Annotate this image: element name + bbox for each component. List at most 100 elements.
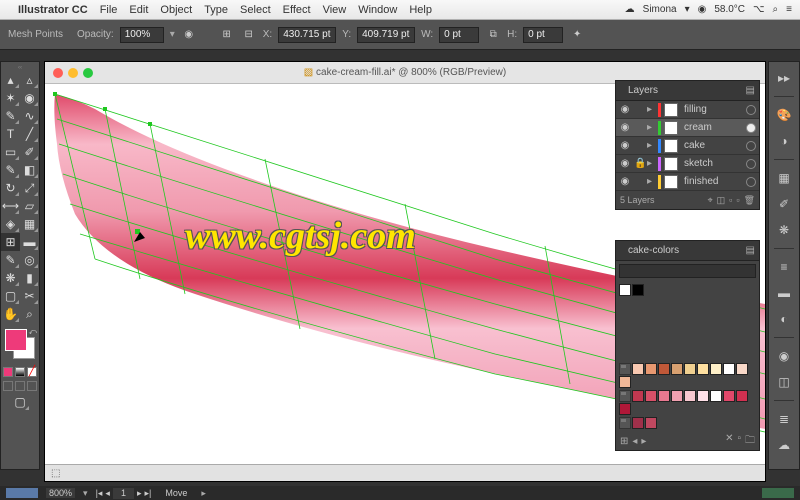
color-mode-gradient[interactable] — [15, 367, 25, 377]
nav-first-icon[interactable]: |◂ — [96, 488, 103, 499]
swatches-menu-icon[interactable]: ▤ — [746, 245, 755, 256]
color-panel-icon[interactable]: 🎨 — [774, 105, 794, 125]
layers-panel-icon[interactable]: ≣ — [774, 409, 794, 429]
align-icon-1[interactable]: ⊞ — [219, 27, 235, 43]
swatch[interactable] — [723, 363, 735, 375]
graph-tool[interactable]: ▮ — [20, 269, 39, 287]
swatch-options-icon[interactable]: ✕ — [725, 433, 733, 450]
status-chevron-icon[interactable]: ▸ — [201, 488, 206, 499]
expand-icon[interactable]: ▸ — [647, 104, 655, 115]
isolate-icon[interactable]: ✦ — [569, 27, 585, 43]
swatch[interactable] — [619, 403, 631, 415]
swatch[interactable] — [645, 363, 657, 375]
zoom-level[interactable]: 800% — [46, 488, 75, 498]
swatches-panel-icon[interactable]: ▦ — [774, 168, 794, 188]
delete-layer-icon[interactable]: 🗑 — [744, 195, 755, 206]
menu-view[interactable]: View — [323, 4, 347, 16]
status-menu-icon[interactable]: ≡ — [786, 4, 792, 15]
status-chevron-icon[interactable]: ▾ — [685, 4, 690, 15]
visibility-icon[interactable]: ◉ — [619, 104, 631, 115]
swatch[interactable] — [684, 363, 696, 375]
swatch-next-icon[interactable]: ▸ — [641, 436, 646, 447]
nav-artboard-field[interactable]: 1 — [113, 488, 134, 499]
type-tool[interactable]: T — [1, 125, 20, 143]
nav-last-icon[interactable]: ▸| — [145, 488, 152, 499]
color-guide-panel-icon[interactable]: ◑ — [774, 131, 794, 151]
target-icon[interactable] — [746, 141, 756, 151]
fill-color[interactable] — [5, 329, 27, 351]
screen-mode[interactable]: ▢ — [10, 393, 30, 411]
expand-icon[interactable]: ▸ — [647, 122, 655, 133]
stroke-panel-icon[interactable]: ≡ — [774, 257, 794, 277]
target-icon[interactable] — [746, 177, 756, 187]
dock-collapse-icon[interactable]: ▸▸ — [774, 68, 794, 88]
status-cloud-icon[interactable]: ☁ — [625, 4, 635, 15]
target-icon[interactable] — [746, 105, 756, 115]
menu-edit[interactable]: Edit — [129, 4, 148, 16]
swatch[interactable] — [736, 390, 748, 402]
layer-name[interactable]: finished — [681, 176, 743, 187]
layer-row-filling[interactable]: ◉ ▸ filling — [616, 101, 759, 119]
y-input[interactable] — [357, 27, 415, 43]
free-transform-tool[interactable]: ▱ — [20, 197, 39, 215]
menu-type[interactable]: Type — [204, 4, 228, 16]
blend-tool[interactable]: ◎ — [20, 251, 39, 269]
h-input[interactable] — [523, 27, 563, 43]
hand-tool[interactable]: ✋ — [1, 305, 20, 323]
layer-name[interactable]: sketch — [681, 158, 743, 169]
gradient-tool[interactable]: ▬ — [20, 233, 39, 251]
status-switch-icon[interactable]: ⌥ — [753, 4, 765, 15]
opacity-chevron-icon[interactable]: ▾ — [170, 29, 175, 40]
swatch-new-group-icon[interactable]: ▫ — [737, 433, 741, 450]
layer-name[interactable]: cream — [681, 122, 743, 133]
swatch[interactable] — [723, 390, 735, 402]
rotate-tool[interactable]: ↻ — [1, 179, 20, 197]
transparency-panel-icon[interactable]: ◐ — [774, 309, 794, 329]
expand-icon[interactable]: ▸ — [647, 140, 655, 151]
color-mode-solid[interactable] — [3, 367, 13, 377]
swatch[interactable] — [736, 363, 748, 375]
layer-name[interactable]: filling — [681, 104, 743, 115]
swatch-libraries-icon[interactable]: ⊞ — [620, 436, 628, 447]
nav-prev-icon[interactable]: ◂ — [105, 488, 110, 499]
pen-tool[interactable]: ✎ — [1, 107, 20, 125]
thumb-2[interactable] — [762, 488, 794, 498]
swatch[interactable] — [619, 376, 631, 388]
swatch[interactable] — [658, 363, 670, 375]
make-clipping-mask-icon[interactable]: ◫ — [717, 195, 726, 206]
new-sublayer-icon[interactable]: ▫ — [729, 195, 732, 206]
magic-wand-tool[interactable]: ✶ — [1, 89, 20, 107]
appearance-panel-icon[interactable]: ◉ — [774, 346, 794, 366]
swap-colors-icon[interactable]: ⤺ — [28, 327, 37, 337]
new-layer-icon[interactable]: ▫ — [736, 195, 739, 206]
status-search-icon[interactable]: ⌕ — [773, 4, 779, 15]
target-icon[interactable] — [746, 159, 756, 169]
symbols-panel-icon[interactable]: ❋ — [774, 220, 794, 240]
locate-layer-icon[interactable]: ⌖ — [708, 195, 713, 206]
gradient-panel-icon[interactable]: ▬ — [774, 283, 794, 303]
selection-tool[interactable]: ▴ — [1, 71, 20, 89]
layer-row-sketch[interactable]: ◉🔒▸sketch — [616, 155, 759, 173]
menu-effect[interactable]: Effect — [283, 4, 311, 16]
artboard-tool[interactable]: ▢ — [1, 287, 20, 305]
lock-icon[interactable]: 🔒 — [634, 158, 644, 169]
brushes-panel-icon[interactable]: ✐ — [774, 194, 794, 214]
swatch-folder-icon[interactable]: 🗀 — [745, 433, 755, 450]
swatch[interactable] — [684, 390, 696, 402]
direct-selection-tool[interactable]: ▵ — [20, 71, 39, 89]
swatch[interactable] — [632, 417, 644, 429]
swatch[interactable] — [632, 390, 644, 402]
libraries-panel-icon[interactable]: ☁ — [774, 435, 794, 455]
swatch[interactable] — [632, 363, 644, 375]
opacity-input[interactable] — [120, 27, 164, 43]
menu-select[interactable]: Select — [240, 4, 271, 16]
slice-tool[interactable]: ✂ — [20, 287, 39, 305]
swatch[interactable] — [697, 363, 709, 375]
layers-tab[interactable]: Layers — [622, 83, 664, 98]
swatch[interactable] — [671, 390, 683, 402]
color-picker[interactable]: ⤺ — [5, 329, 35, 359]
status-user[interactable]: Simona — [643, 4, 677, 15]
swatch-group-icon[interactable] — [619, 417, 631, 429]
layer-row-cream[interactable]: ◉▸cream — [616, 119, 759, 137]
perspective-tool[interactable]: ▦ — [20, 215, 39, 233]
